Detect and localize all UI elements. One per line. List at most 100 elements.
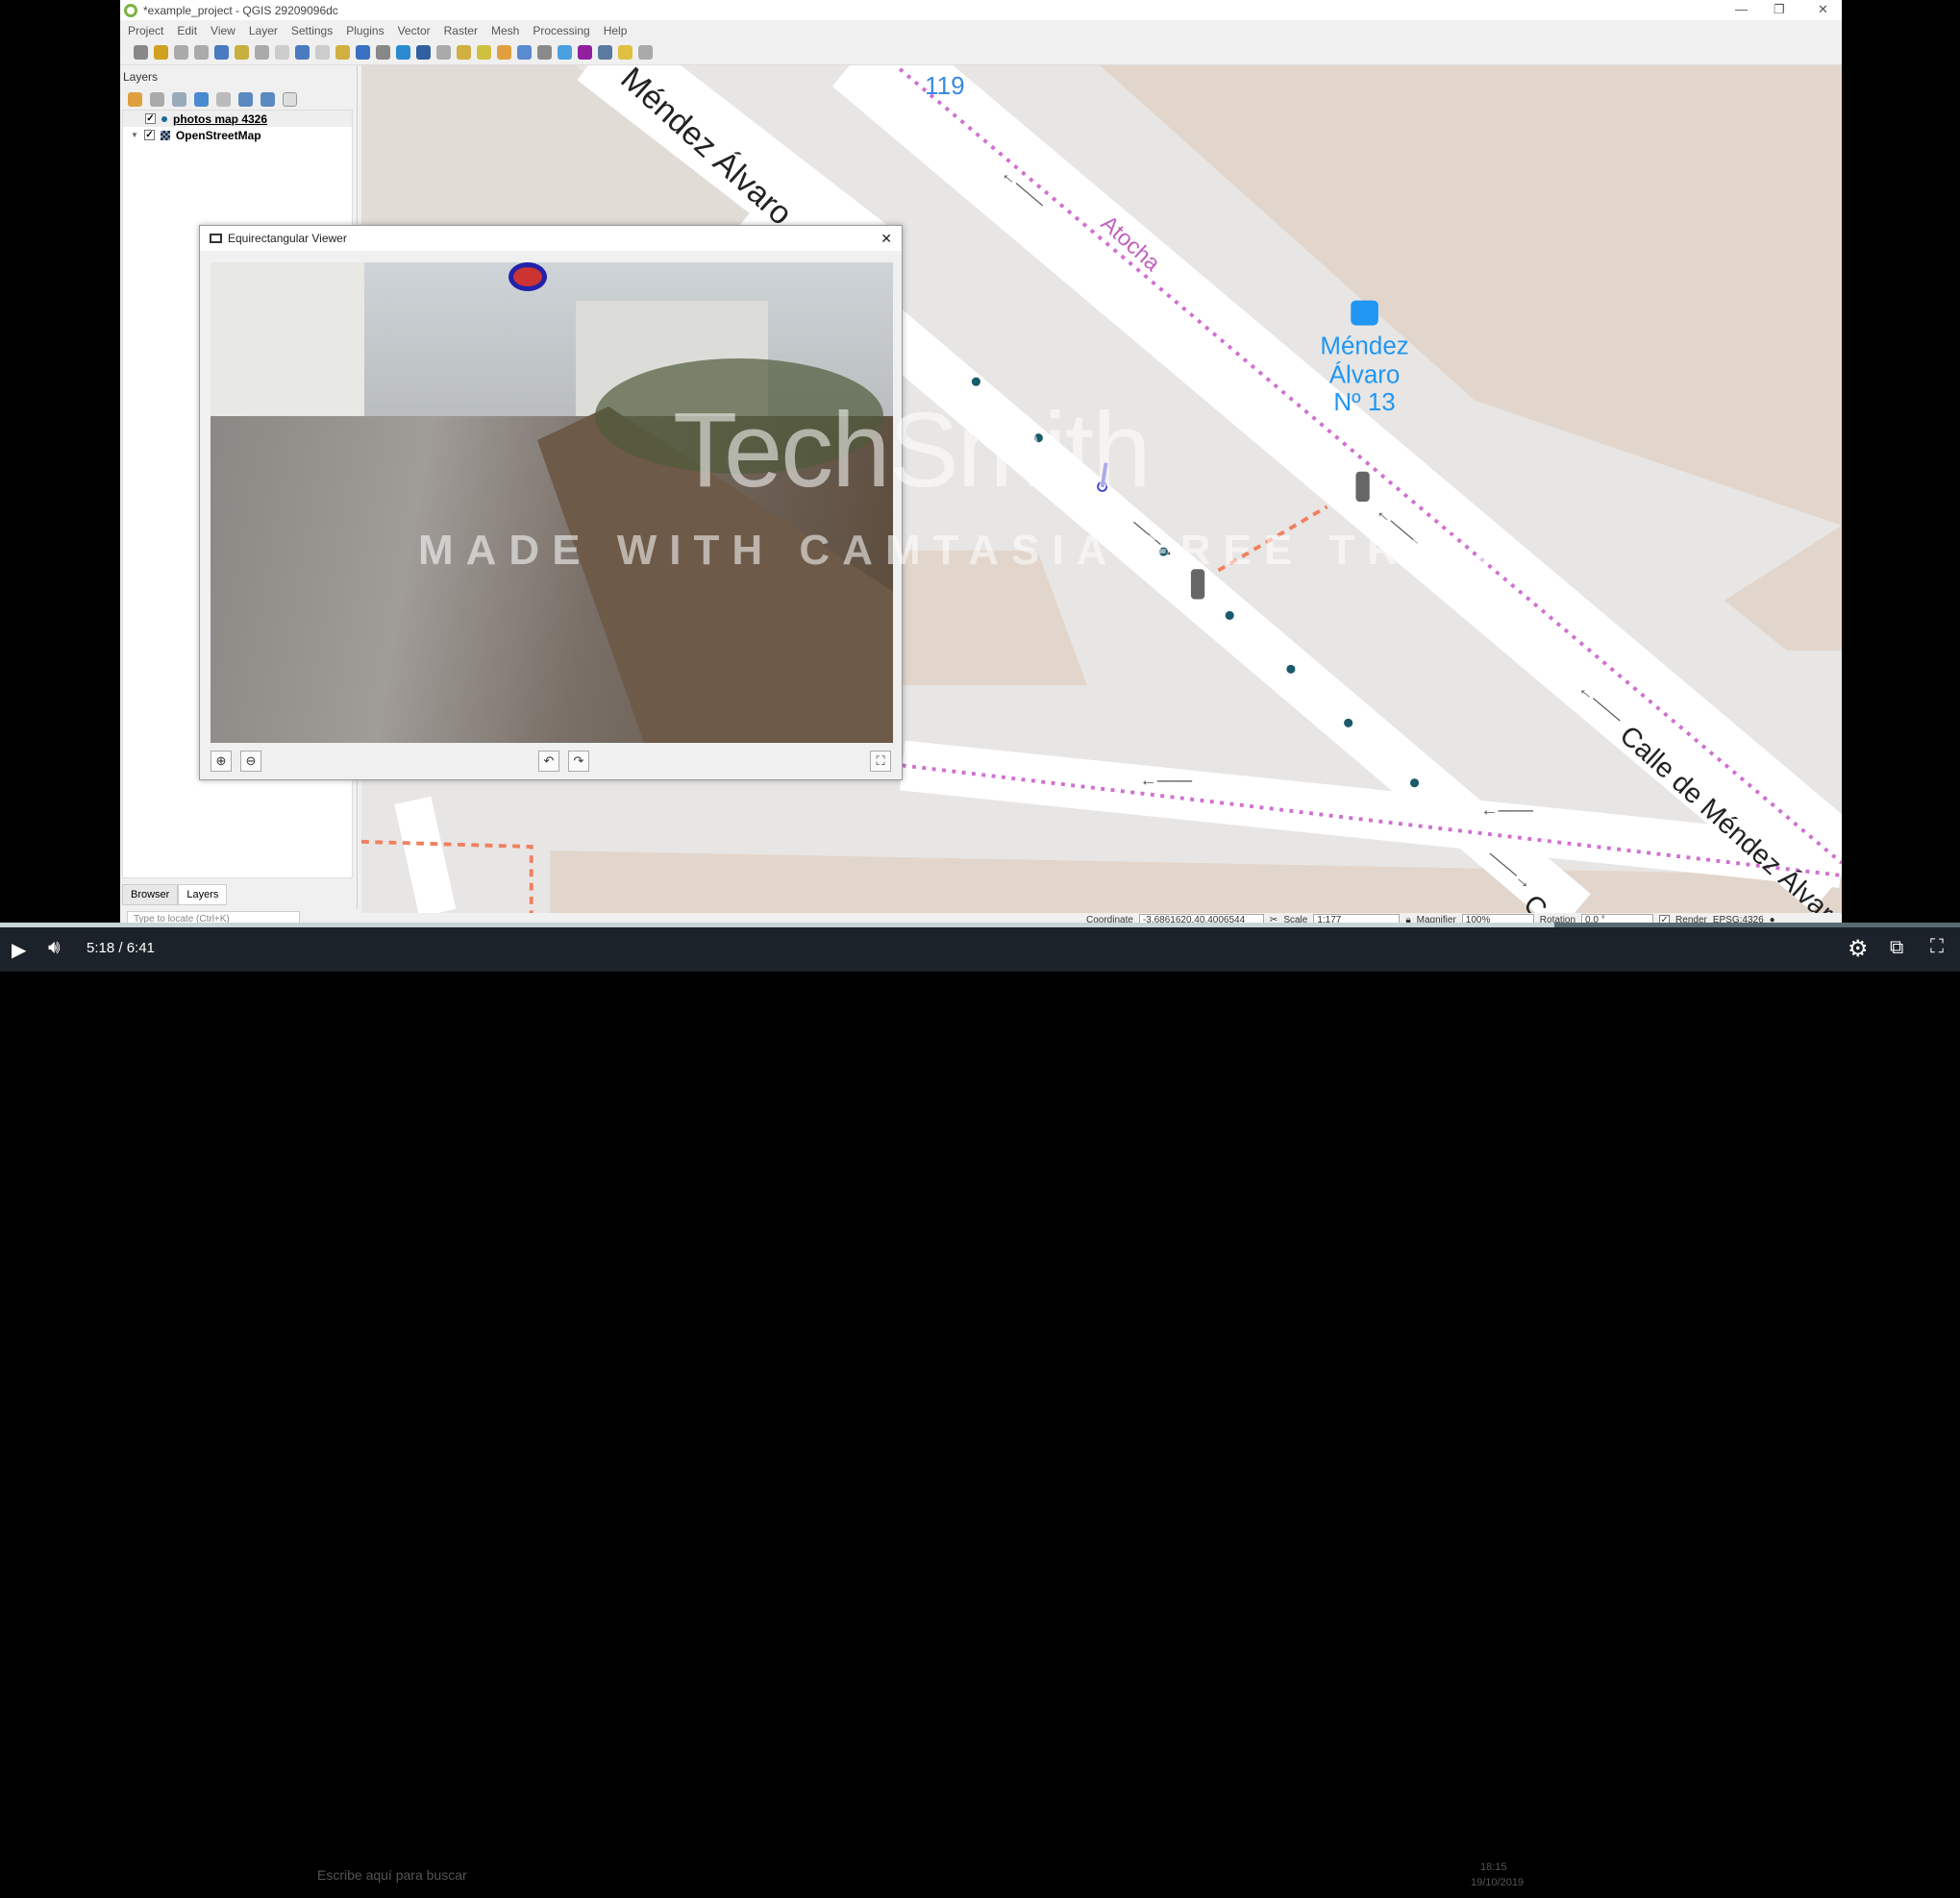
tab-layers[interactable]: Layers xyxy=(178,884,228,905)
style-icon[interactable] xyxy=(128,92,142,107)
toolbar-tool-icon[interactable] xyxy=(497,45,511,60)
taskbar-search: Escribe aquí para buscar xyxy=(317,1867,467,1883)
minimize-button[interactable]: — xyxy=(1735,2,1748,16)
toolbar-tool-icon[interactable] xyxy=(194,45,209,60)
toolbar-tool-icon[interactable] xyxy=(396,45,410,60)
clock-date: 19/10/2019 xyxy=(1471,1877,1525,1888)
fullscreen-icon[interactable]: ⛶ xyxy=(1930,936,1944,958)
menu-view[interactable]: View xyxy=(211,24,236,37)
add-group-icon[interactable] xyxy=(150,92,164,107)
dialog-close-button[interactable]: ✕ xyxy=(881,231,892,247)
window-icon xyxy=(210,234,222,243)
toolbar-tool-icon[interactable] xyxy=(558,45,572,60)
panel-tabs: Browser Layers xyxy=(122,884,228,905)
toolbar-tool-icon[interactable] xyxy=(517,45,532,60)
toolbar-tool-icon[interactable] xyxy=(457,45,471,60)
toolbar-tool-icon[interactable] xyxy=(416,45,431,60)
toolbar xyxy=(120,40,1842,65)
play-button[interactable]: ▶ xyxy=(12,938,26,962)
menu-plugins[interactable]: Plugins xyxy=(346,24,384,37)
menu-bar: Project Edit View Layer Settings Plugins Vecto… xyxy=(120,20,1842,40)
toolbar-tool-icon[interactable] xyxy=(618,45,633,60)
raster-icon xyxy=(160,130,170,140)
rotate-right-button[interactable]: ↷ xyxy=(568,751,589,772)
toolbar-tool-icon[interactable] xyxy=(477,45,491,60)
toolbar-tool-icon[interactable] xyxy=(537,45,552,60)
qgis-logo-icon xyxy=(124,3,137,17)
filter-icon[interactable] xyxy=(194,92,209,107)
rotate-left-button[interactable]: ↶ xyxy=(538,751,559,772)
collapse-icon[interactable] xyxy=(261,92,275,107)
layer-checkbox[interactable]: ✓ xyxy=(145,113,156,124)
toolbar-tool-icon[interactable] xyxy=(335,45,350,60)
toolbar-tool-icon[interactable] xyxy=(275,45,289,60)
miniplayer-icon[interactable]: ⧉ xyxy=(1890,937,1903,959)
toolbar-tool-icon[interactable] xyxy=(214,45,229,60)
layer-name: OpenStreetMap xyxy=(175,128,261,142)
toolbar-tool-icon[interactable] xyxy=(315,45,330,60)
menu-project[interactable]: Project xyxy=(128,24,163,37)
menu-vector[interactable]: Vector xyxy=(398,24,431,37)
photo-point[interactable] xyxy=(971,377,980,386)
menu-processing[interactable]: Processing xyxy=(533,24,589,37)
zoom-in-button[interactable]: ⊕ xyxy=(211,751,232,772)
toolbar-tool-icon[interactable] xyxy=(638,45,653,60)
traffic-light-icon xyxy=(1355,471,1370,503)
bus-stop-label: Álvaro xyxy=(1329,359,1401,388)
window-title: *example_project - QGIS 29209096dc xyxy=(143,3,338,17)
visibility-icon[interactable] xyxy=(172,92,186,107)
tab-browser[interactable]: Browser xyxy=(122,884,179,905)
toolbar-tool-icon[interactable] xyxy=(295,45,310,60)
menu-raster[interactable]: Raster xyxy=(444,24,478,37)
taskbar-overlay: Escribe aquí para buscar 18:15 19/10/201… xyxy=(298,1860,1692,1898)
settings-gear-icon[interactable]: ⚙ xyxy=(1848,935,1869,963)
menu-layer[interactable]: Layer xyxy=(249,24,278,37)
toolbar-tool-icon[interactable] xyxy=(376,45,390,60)
house-number: 119 xyxy=(925,71,964,100)
toolbar-tool-icon[interactable] xyxy=(598,45,612,60)
toolbar-tool-icon[interactable] xyxy=(174,45,188,60)
fullscreen-button[interactable]: ⛶ xyxy=(870,751,891,772)
expression-icon[interactable] xyxy=(216,92,231,107)
clock-time: 18:15 xyxy=(1480,1861,1507,1873)
layer-item-openstreetmap[interactable]: ▼ ✓ OpenStreetMap xyxy=(123,127,352,143)
remove-layer-icon[interactable] xyxy=(283,92,297,107)
bus-stop-label: Méndez xyxy=(1320,331,1408,359)
bus-stop-icon xyxy=(1351,300,1378,326)
expand-arrow-icon[interactable]: ▼ xyxy=(131,131,138,139)
close-button[interactable]: ✕ xyxy=(1818,2,1828,17)
watermark-brand: TechSmith xyxy=(673,391,1152,509)
layer-item-photos[interactable]: ✓ photos map 4326 xyxy=(123,111,352,127)
layers-toolbar xyxy=(120,88,357,111)
layers-panel-title: Layers xyxy=(123,70,159,84)
video-player-controls: Escribe aquí para buscar 18:15 19/10/201… xyxy=(0,927,1960,1888)
svg-text:←——: ←—— xyxy=(1140,770,1193,789)
building-area xyxy=(1724,525,1842,651)
menu-edit[interactable]: Edit xyxy=(177,24,197,37)
toolbar-tool-icon[interactable] xyxy=(578,45,592,60)
menu-mesh[interactable]: Mesh xyxy=(491,24,519,37)
toolbar-tool-icon[interactable] xyxy=(154,45,168,60)
layer-checkbox[interactable]: ✓ xyxy=(143,130,155,140)
zoom-out-button[interactable]: ⊖ xyxy=(240,751,261,772)
volume-icon[interactable]: 🔊︎ xyxy=(48,937,61,959)
toolbar-tool-icon[interactable] xyxy=(134,45,148,60)
photo-point[interactable] xyxy=(1409,778,1420,788)
photo-point[interactable] xyxy=(1286,664,1296,674)
svg-text:←——: ←—— xyxy=(1480,801,1533,820)
menu-settings[interactable]: Settings xyxy=(291,24,333,37)
menu-help[interactable]: Help xyxy=(604,24,628,37)
photo-point[interactable] xyxy=(1344,718,1353,727)
toolbar-tool-icon[interactable] xyxy=(235,45,249,60)
toolbar-tool-icon[interactable] xyxy=(436,45,451,60)
video-time: 5:18 / 6:41 xyxy=(87,940,155,956)
layer-name: photos map 4326 xyxy=(173,111,268,126)
dialog-title-bar: Equirectangular Viewer ✕ xyxy=(200,226,902,251)
bus-stop-label: Nº 13 xyxy=(1333,387,1395,416)
toolbar-tool-icon[interactable] xyxy=(255,45,269,60)
maximize-button[interactable]: ❐ xyxy=(1774,2,1785,17)
toolbar-tool-icon[interactable] xyxy=(356,45,370,60)
title-bar: *example_project - QGIS 29209096dc — ❐ ✕ xyxy=(120,0,1842,20)
expand-icon[interactable] xyxy=(238,92,253,107)
photo-point[interactable] xyxy=(1225,610,1234,620)
